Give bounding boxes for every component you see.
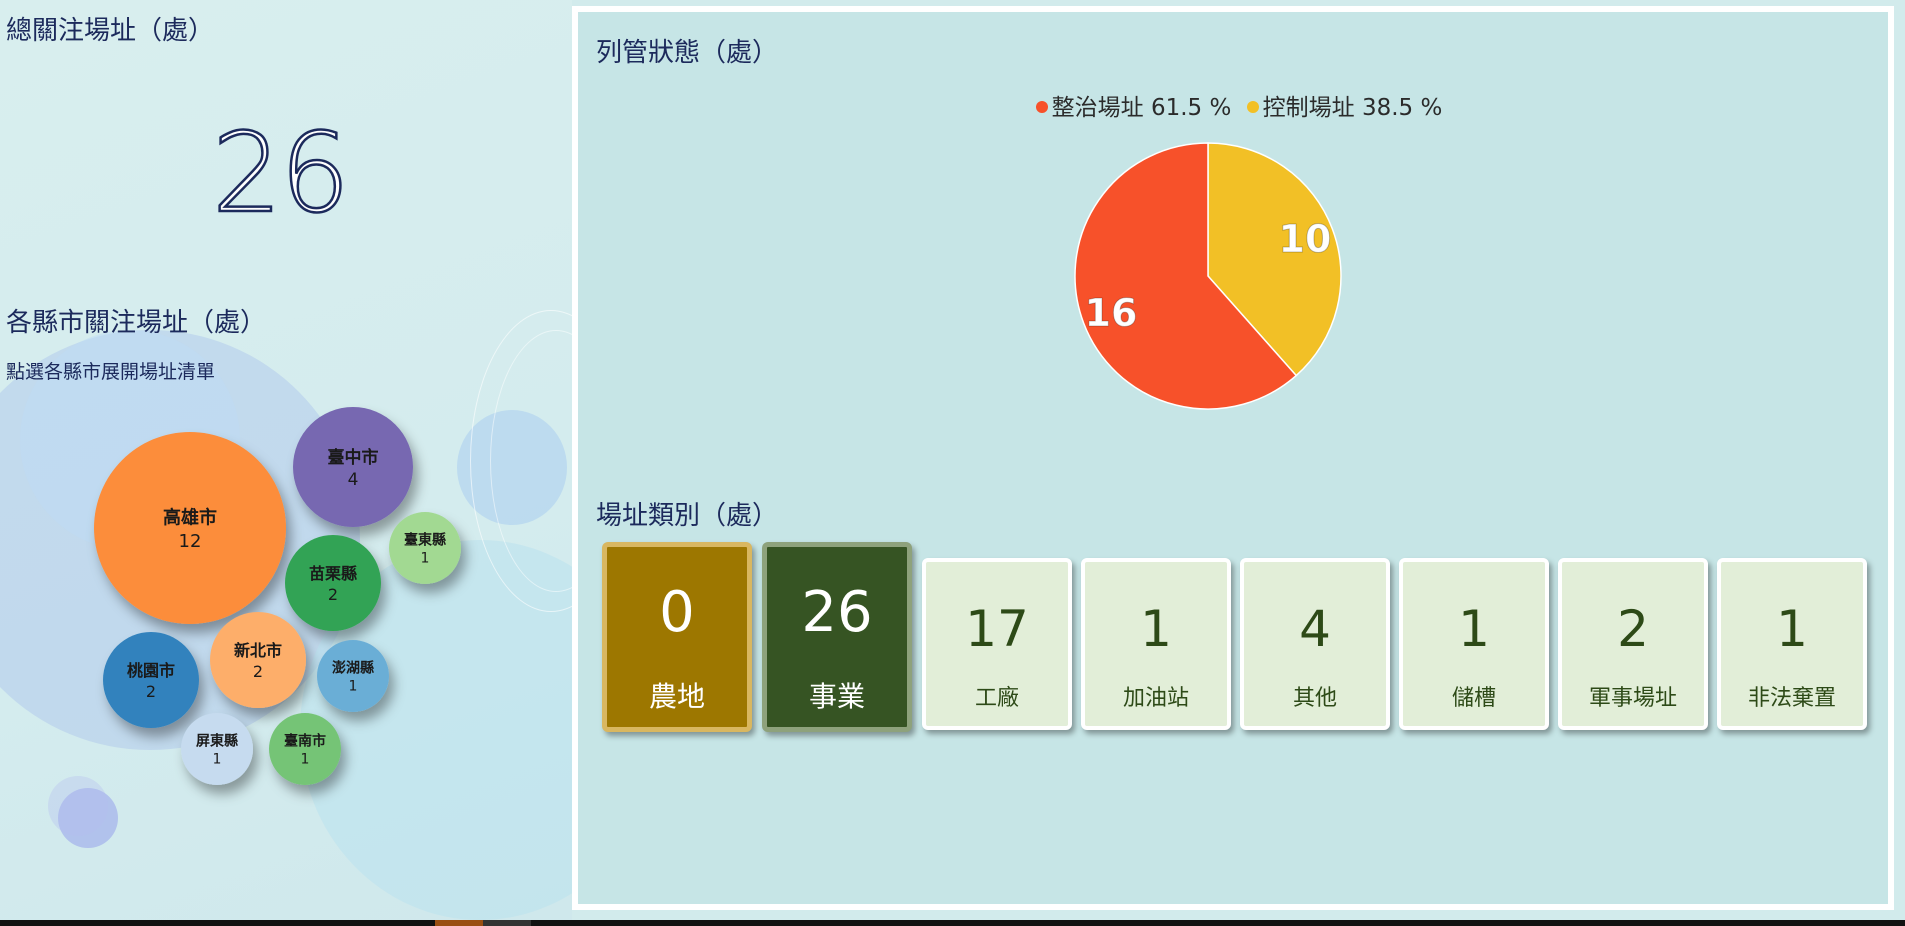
county-bubble[interactable]: 臺南市 1 xyxy=(269,713,341,785)
type-card-gas-station[interactable]: 1 加油站 xyxy=(1081,558,1231,730)
legend-item-remediation[interactable]: 整治場址 61.5 % xyxy=(1035,88,1232,122)
type-card-value: 0 xyxy=(659,580,695,645)
county-bubble-count: 1 xyxy=(301,752,310,768)
legend-label-control: 控制場址 38.5 % xyxy=(1262,95,1443,121)
county-bubble[interactable]: 新北市 2 xyxy=(210,612,306,708)
county-bubble-name: 屏東縣 xyxy=(196,733,238,750)
type-card-label: 加油站 xyxy=(1122,686,1189,711)
county-bubble-chart: 高雄市12臺中市4臺東縣1苗栗縣2桃園市2新北市2 澎湖縣1屏東縣1臺南市1 xyxy=(94,407,461,785)
county-bubble-name: 澎湖縣 xyxy=(332,660,374,677)
type-card-value: 2 xyxy=(1617,600,1649,658)
legend-label-remediation: 整治場址 61.5 % xyxy=(1051,95,1232,121)
type-card-value: 1 xyxy=(1458,600,1490,658)
type-card-label: 其他 xyxy=(1292,686,1337,711)
pie-legend: 整治場址 61.5 % 控制場址 38.5 % xyxy=(578,88,1900,122)
type-card-value: 1 xyxy=(1776,600,1808,658)
type-card-business[interactable]: 26 事業 xyxy=(762,542,912,732)
taskbar-app-icon[interactable] xyxy=(483,920,531,926)
type-card-military[interactable]: 2 軍事場址 xyxy=(1558,558,1708,730)
status-pie-chart: 10 16 xyxy=(1074,142,1342,410)
pie-slice-label: 16 xyxy=(1085,291,1138,335)
site-type-title: 場址類別（處） xyxy=(596,501,779,531)
type-card-storage-tank[interactable]: 1 儲槽 xyxy=(1399,558,1549,730)
type-card-value: 17 xyxy=(965,600,1029,658)
type-card-label: 儲槽 xyxy=(1451,686,1496,711)
type-card-value: 1 xyxy=(1140,600,1172,658)
county-bubble[interactable]: 臺東縣 1 xyxy=(389,512,461,584)
type-card-factory[interactable]: 17 工廠 xyxy=(922,558,1072,730)
county-bubble-count: 1 xyxy=(213,752,222,768)
county-bubble-count: 2 xyxy=(328,585,338,604)
county-bubble[interactable]: 澎湖縣 1 xyxy=(317,640,389,712)
legend-item-control[interactable]: 控制場址 38.5 % xyxy=(1246,88,1443,122)
type-card-farmland[interactable]: 0 農地 xyxy=(602,542,752,732)
type-card-label: 軍事場址 xyxy=(1588,686,1677,711)
county-bubble-circle[interactable] xyxy=(285,535,381,631)
type-card-other[interactable]: 4 其他 xyxy=(1240,558,1390,730)
type-card-illegal-dumping[interactable]: 1 非法棄置 xyxy=(1717,558,1867,730)
county-bubble-circle[interactable] xyxy=(103,632,199,728)
right-panel: 列管狀態（處） 整治場址 61.5 % 控制場址 38.5 % 10 16 場址類… xyxy=(572,6,1894,910)
status-title: 列管狀態（處） xyxy=(596,38,779,68)
taskbar xyxy=(0,920,1905,926)
county-bubble-name: 臺南市 xyxy=(284,733,326,750)
county-bubble-count: 1 xyxy=(349,679,358,695)
county-bubble-count: 2 xyxy=(253,662,263,681)
county-bubble-name: 臺中市 xyxy=(328,447,379,468)
county-bubble-name: 苗栗縣 xyxy=(309,564,357,583)
type-card-label: 事業 xyxy=(808,680,865,713)
type-card-label: 非法棄置 xyxy=(1747,686,1836,711)
county-bubble-circle[interactable] xyxy=(210,612,306,708)
taskbar-app-icon[interactable] xyxy=(435,920,483,926)
county-bubble-count: 12 xyxy=(179,531,202,552)
county-bubble-name: 高雄市 xyxy=(163,507,217,529)
county-bubble-name: 臺東縣 xyxy=(404,532,446,549)
county-bubble-count: 2 xyxy=(146,682,156,701)
type-card-label: 工廠 xyxy=(974,686,1019,711)
type-card-value: 26 xyxy=(801,580,873,645)
county-bubble-count: 4 xyxy=(348,470,359,490)
county-bubble[interactable]: 屏東縣 1 xyxy=(181,713,253,785)
legend-dot-control xyxy=(1246,100,1259,113)
county-bubble[interactable]: 桃園市 2 xyxy=(103,632,199,728)
type-card-value: 4 xyxy=(1299,600,1331,658)
county-bubble-count: 1 xyxy=(421,551,430,567)
county-bubble[interactable]: 苗栗縣 2 xyxy=(285,535,381,631)
legend-dot-remediation xyxy=(1035,100,1048,113)
county-bubble-name: 桃園市 xyxy=(127,661,175,680)
left-panel: 總關注場址（處） 26 各縣市關注場址（處） 點選各縣市展開場址清單 高雄市 12… xyxy=(0,0,572,920)
county-bubble-name: 新北市 xyxy=(234,641,282,660)
county-bubble[interactable]: 臺中市4 xyxy=(293,407,413,527)
type-card-label: 農地 xyxy=(648,680,705,713)
pie-slice-label: 10 xyxy=(1279,217,1332,261)
county-bubble[interactable]: 高雄市12 xyxy=(94,432,286,624)
